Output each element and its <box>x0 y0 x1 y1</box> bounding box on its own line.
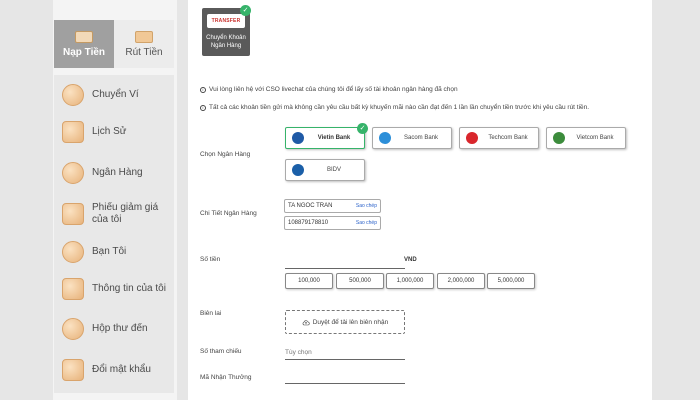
coupon-icon <box>62 203 84 225</box>
deposit-withdraw-tabs: Nạp Tiền Rút Tiền <box>54 20 174 68</box>
inbox-icon <box>62 318 84 340</box>
reference-input[interactable] <box>285 346 405 360</box>
sidebar-item-inbox[interactable]: Hộp thư đến <box>54 315 174 343</box>
sidebar-item-label: Đổi mật khẩu <box>92 364 151 375</box>
reference-label: Số tham chiếu <box>200 348 242 355</box>
sacom-logo-icon <box>379 132 391 144</box>
withdraw-icon <box>135 30 153 43</box>
sidebar-item-wallet-transfer[interactable]: Chuyển Ví <box>54 81 174 109</box>
selected-check-icon: ✓ <box>240 5 251 16</box>
bank-option-vietin[interactable]: Vietin Bank <box>285 127 365 149</box>
amount-chip[interactable]: 500,000 <box>336 273 384 289</box>
info-note: i Vui lòng liên hệ với CSO livechat của … <box>200 86 458 93</box>
bank-name: Vietin Bank <box>317 135 351 141</box>
bank-select-label: Chọn Ngân Hàng <box>200 151 251 158</box>
bank-name: Techcom Bank <box>488 135 528 141</box>
bank-option-vietcom[interactable]: Vietcom Bank <box>546 127 626 149</box>
channel-label: Chuyển Khoản Ngân Hàng <box>206 35 246 49</box>
vietcom-logo-icon <box>553 132 565 144</box>
copy-account-name-button[interactable]: Sao chép <box>356 203 377 209</box>
vietin-logo-icon <box>292 132 304 144</box>
account-number-value: 108879178810 <box>288 220 329 226</box>
bidv-logo-icon <box>292 164 304 176</box>
techcom-logo-icon <box>466 132 478 144</box>
sidebar-item-change-password[interactable]: Đổi mật khẩu <box>54 356 174 384</box>
deposit-panel <box>188 0 652 400</box>
account-number-field: 108879178810 Sao chép <box>284 216 381 230</box>
sidebar-item-coupons[interactable]: Phiếu giảm giá của tôi <box>54 199 174 229</box>
amount-chip[interactable]: 5,000,000 <box>487 273 535 289</box>
upload-text: Duyệt để tải lên biên nhận <box>312 318 389 326</box>
amount-chip[interactable]: 100,000 <box>285 273 333 289</box>
copy-account-number-button[interactable]: Sao chép <box>356 220 377 226</box>
bank-detail-label: Chi Tiết Ngân Hàng <box>200 210 257 217</box>
info-icon: i <box>200 104 206 111</box>
sidebar-item-profile[interactable]: Thông tin của tôi <box>54 275 174 303</box>
lock-icon <box>62 359 84 381</box>
info-note-text: Tất cả các khoản tiền gửi mà không cần y… <box>209 104 590 111</box>
selected-check-icon: ✓ <box>357 123 368 134</box>
tab-withdraw-label: Rút Tiền <box>125 46 163 58</box>
sidebar-item-label: Bạn Tôi <box>92 246 127 257</box>
promo-code-label: Mã Nhận Thưởng <box>200 374 252 381</box>
bank-option-sacom[interactable]: Sacom Bank <box>372 127 452 149</box>
amount-chip[interactable]: 1,000,000 <box>386 273 434 289</box>
account-name-field: TA NGOC TRAN Sao chép <box>284 199 381 213</box>
upload-receipt-button[interactable]: Duyệt để tải lên biên nhận <box>285 310 405 334</box>
info-icon: i <box>200 86 206 93</box>
info-note: i Tất cả các khoản tiền gửi mà không cần… <box>200 104 589 111</box>
profile-icon <box>62 278 84 300</box>
sidebar-item-history[interactable]: Lịch Sử <box>54 118 174 146</box>
promo-code-input[interactable] <box>285 383 405 384</box>
sidebar-item-label: Ngân Hàng <box>92 167 143 178</box>
bank-name: BIDV <box>326 167 341 173</box>
sidebar-item-label: Chuyển Ví <box>92 89 139 100</box>
bank-option-bidv[interactable]: BIDV <box>285 159 365 181</box>
sidebar-item-label: Lịch Sử <box>92 126 127 137</box>
wallet-transfer-icon <box>62 84 84 106</box>
sidebar-item-friends[interactable]: Bạn Tôi <box>54 238 174 266</box>
tab-withdraw[interactable]: Rút Tiền <box>114 20 174 68</box>
info-note-text: Vui lòng liên hệ với CSO livechat của ch… <box>209 86 458 93</box>
tab-deposit[interactable]: Nạp Tiền <box>54 20 114 68</box>
amount-chip[interactable]: 2,000,000 <box>437 273 485 289</box>
sidebar-menu: Chuyển Ví Lịch Sử Ngân Hàng Phiếu giảm g… <box>54 75 174 393</box>
bank-option-techcom[interactable]: Techcom Bank <box>459 127 539 149</box>
account-name-value: TA NGOC TRAN <box>288 203 333 209</box>
bank-name: Sacom Bank <box>403 135 439 141</box>
friends-icon <box>62 241 84 263</box>
bank-icon <box>62 162 84 184</box>
bank-name: Vietcom Bank <box>576 135 614 141</box>
sidebar-item-bank[interactable]: Ngân Hàng <box>54 159 174 187</box>
sidebar-item-label: Hộp thư đến <box>92 323 148 334</box>
amount-input[interactable] <box>285 268 405 269</box>
deposit-icon <box>75 30 93 43</box>
currency-label: VND <box>404 257 417 263</box>
sidebar-item-label: Phiếu giảm giá của tôi <box>92 202 159 225</box>
sidebar-item-label: Thông tin của tôi <box>92 283 166 294</box>
upload-cloud-icon <box>302 319 310 325</box>
amount-label: Số tiền <box>200 256 221 263</box>
tab-deposit-label: Nạp Tiền <box>62 46 106 58</box>
receipt-label: Biên lai <box>200 310 222 317</box>
history-icon <box>62 121 84 143</box>
transfer-logo: TRANSFER <box>207 14 245 28</box>
